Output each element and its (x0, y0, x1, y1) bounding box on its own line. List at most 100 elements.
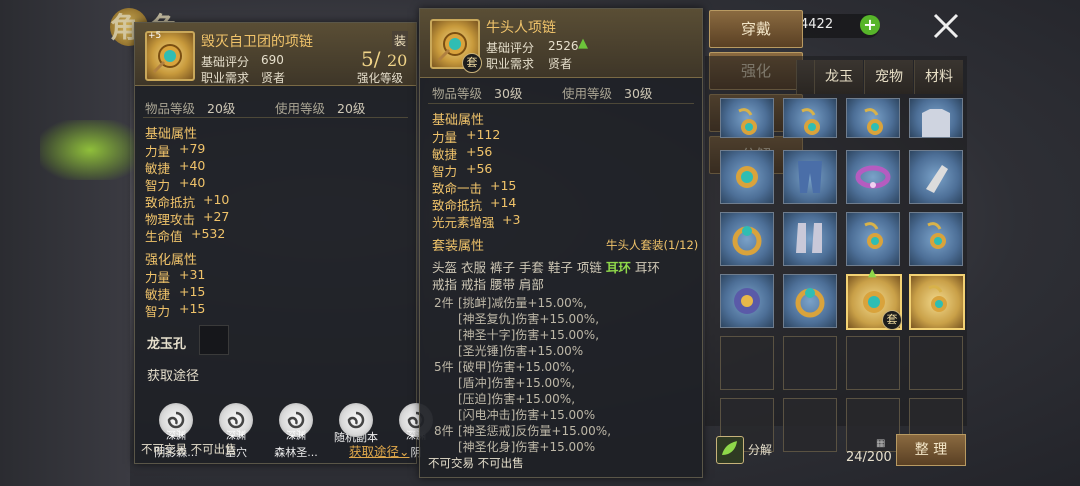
inventory-slot-boots[interactable] (783, 212, 837, 266)
score-value: 2526 (548, 39, 579, 53)
source-name: 森林圣... (274, 446, 318, 459)
attr-value: +31 (179, 267, 206, 282)
jade-slot-label: 龙玉孔 (147, 337, 187, 352)
obtain-link[interactable]: 获取途径⌄ (349, 441, 410, 460)
score-label: 基础评分 (201, 55, 250, 69)
effect-value: +15.00% (539, 440, 596, 454)
inventory-slot-necklace[interactable]: 套 ▲ (846, 266, 902, 330)
source-type: 深渊 (226, 431, 246, 442)
empty-slot[interactable] (846, 398, 900, 452)
skill-name: [神圣化身] (458, 440, 516, 454)
source-entry[interactable]: 随机副本 (331, 403, 381, 445)
effect-value: +15.00%, (515, 360, 576, 374)
attr-value: +79 (179, 141, 206, 156)
attr-value: +56 (466, 161, 493, 176)
effect-name: 伤害 (503, 344, 528, 358)
attr-name: 智力 (145, 304, 171, 319)
score-value: 690 (261, 53, 284, 67)
inventory-slot-earring[interactable] (909, 274, 965, 330)
effect-value: +15.00%, (539, 328, 600, 342)
use-level-label: 使用等级 (275, 101, 326, 116)
attr-value: +15 (490, 178, 517, 193)
enhance-attr-title: 强化属性 (145, 253, 198, 268)
inventory-slot-glove[interactable] (909, 150, 963, 204)
attr-name: 光元素增强 (432, 215, 495, 230)
inventory-slot-necklace[interactable] (720, 150, 774, 204)
add-currency-icon[interactable]: + (860, 15, 880, 35)
set-parts-text: 头盔 衣服 裤子 手套 鞋子 项链 (432, 260, 602, 275)
necklace-item-icon: +5 (145, 31, 195, 81)
tab-dragon-jade[interactable]: 龙玉 (814, 60, 863, 94)
set-bonus-line: 2件 [挑衅]减伤量+15.00%, (434, 294, 587, 311)
inventory-slot-helm[interactable] (720, 274, 774, 328)
jade-slot[interactable] (199, 325, 229, 355)
item-level-value: 20级 (207, 101, 236, 116)
inventory-slot-pants[interactable] (783, 150, 837, 204)
tab-pet[interactable]: 宠物 (864, 60, 913, 94)
set-parts-line-2: 戒指 戒指 腰带 肩部 (432, 277, 544, 292)
set-part-remaining: 耳环 (634, 260, 660, 275)
inventory-slot-earring[interactable] (846, 212, 900, 266)
tab-material[interactable]: 材料 (914, 60, 963, 94)
wear-button[interactable]: 穿戴 (709, 10, 803, 48)
empty-slot[interactable] (783, 398, 837, 452)
empty-slot[interactable] (909, 336, 963, 390)
tab-armor[interactable] (796, 60, 815, 94)
inventory-slot-earring[interactable] (783, 98, 837, 138)
set-bonus-line: 8件 [神圣惩戒]反伤量+15.00%, (434, 422, 611, 439)
empty-slot[interactable] (720, 336, 774, 390)
inventory-slot-earring[interactable] (720, 98, 774, 138)
obtain-link-label: 获取途径 (349, 444, 400, 459)
inventory-slot-ring[interactable] (720, 212, 774, 266)
set-name: 牛头人套装(1/12) (606, 238, 699, 252)
source-type: 深渊 (166, 431, 186, 442)
empty-slot[interactable] (846, 336, 900, 390)
inventory-slot-earring[interactable] (909, 212, 963, 266)
effect-name: 伤害 (515, 408, 540, 422)
skill-name: [神圣惩戒] (458, 424, 516, 438)
attr-value: +112 (466, 127, 501, 142)
score-up-arrow-icon: ▲ (578, 36, 588, 51)
inventory-slot-belt[interactable] (846, 150, 900, 204)
skill-name: [压迫] (458, 392, 492, 406)
left-backdrop (0, 0, 130, 486)
source-entry[interactable]: 深渊 森林圣... (271, 403, 321, 460)
trade-status: 不可交易 不可出售 (428, 456, 524, 470)
inventory-slot-earring[interactable] (846, 98, 900, 138)
set-bonus-line: [神圣化身]伤害+15.00% (434, 438, 595, 455)
empty-slot[interactable] (783, 336, 837, 390)
attr-value: +10 (203, 192, 230, 207)
set-badge: 套 (882, 310, 902, 330)
inventory-slot-ring[interactable] (783, 274, 837, 328)
green-glow-effect (40, 120, 140, 180)
attr-name: 生命值 (145, 229, 183, 244)
dismantle-toggle[interactable]: 分解 (716, 436, 784, 464)
leaf-icon (716, 436, 744, 464)
inventory-slot-armor[interactable] (909, 98, 963, 138)
attr-value: +56 (466, 144, 493, 159)
effect-value: +15.00%, (539, 312, 600, 326)
necklace-item-icon: 套 (430, 19, 482, 73)
effect-name: 反伤量 (515, 424, 552, 438)
use-level-label: 使用等级 (562, 86, 613, 101)
effect-name: 减伤量 (491, 296, 528, 310)
skill-name: [破甲] (458, 360, 492, 374)
sort-button[interactable]: 整 理 (896, 434, 966, 466)
equipped-tag: 装 (392, 31, 409, 50)
trade-status: 不可交易 不可出售 (141, 442, 237, 456)
job-value: 贤者 (548, 57, 573, 71)
effect-value: +15.00% (527, 344, 584, 358)
use-level-value: 20级 (337, 101, 366, 116)
close-icon[interactable] (932, 12, 960, 40)
attr-value: +3 (502, 212, 521, 227)
obtain-title: 获取途径 (147, 369, 200, 384)
effect-name: 伤害 (491, 392, 516, 406)
attr-value: +15 (179, 301, 206, 316)
item-level-label: 物品等级 (145, 101, 196, 116)
base-attr-title: 基础属性 (432, 113, 485, 128)
divider (428, 103, 694, 104)
enhance-current: 5/ (361, 47, 381, 71)
effect-value: +15.00%, (527, 296, 588, 310)
equipped-item-tooltip: +5 毁灭自卫团的项链 装 基础评分 690 职业需求 贤者 5/ 20 强化等… (134, 22, 433, 464)
score-label: 基础评分 (486, 41, 535, 55)
